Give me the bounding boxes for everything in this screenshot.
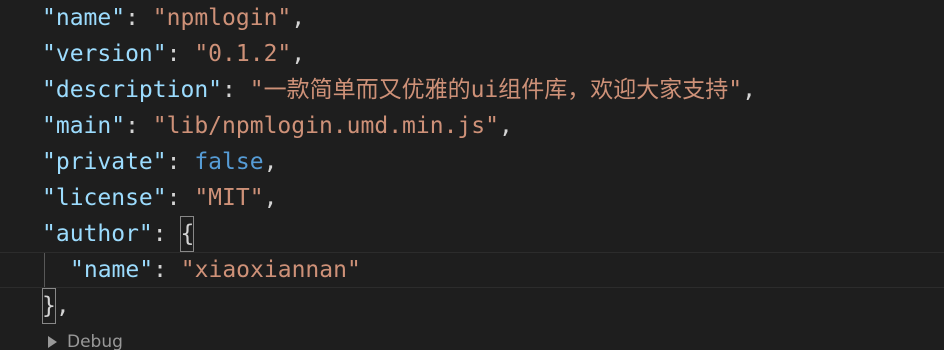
code-line[interactable]: "main": "lib/npmlogin.umd.min.js",	[0, 108, 944, 144]
json-boolean-value: false	[194, 149, 264, 175]
matched-open-brace: {	[180, 216, 195, 252]
code-line[interactable]: "name": "npmlogin",	[0, 0, 944, 36]
comma: ,	[742, 77, 756, 103]
code-line[interactable]: "license": "MIT",	[0, 180, 944, 216]
json-string-value: "lib/npmlogin.umd.min.js"	[152, 113, 499, 139]
json-key: "description"	[42, 77, 223, 103]
json-key: "main"	[42, 113, 126, 139]
debug-label: Debug	[67, 332, 123, 350]
colon: :	[152, 221, 181, 247]
code-line[interactable]: "private": false,	[0, 144, 944, 180]
colon: :	[222, 77, 250, 103]
comma: ,	[291, 41, 306, 67]
colon: :	[166, 41, 195, 67]
colon: :	[166, 149, 195, 175]
code-line[interactable]: "description": "一款简单而又优雅的ui组件库，欢迎大家支持",	[0, 72, 944, 108]
json-key: "version"	[42, 41, 167, 67]
json-string-value: "xiaoxiannan"	[180, 257, 361, 283]
code-line-current[interactable]: "name": "xiaoxiannan"	[0, 252, 944, 288]
json-key: "author"	[42, 221, 153, 247]
comma: ,	[291, 5, 306, 31]
code-line[interactable]: "author": {	[0, 216, 944, 252]
code-line[interactable]: "version": "0.1.2",	[0, 36, 944, 72]
comma: ,	[263, 185, 278, 211]
comma: ,	[263, 149, 278, 175]
code-line[interactable]: },	[0, 288, 944, 324]
colon: :	[125, 113, 153, 139]
debug-codelens[interactable]: Debug	[48, 330, 123, 350]
json-key: "private"	[42, 149, 167, 175]
comma: ,	[55, 293, 70, 319]
colon: :	[153, 257, 181, 283]
play-icon	[48, 336, 57, 348]
comma: ,	[498, 113, 513, 139]
json-string-value: "0.1.2"	[194, 41, 292, 67]
json-key: "name"	[70, 257, 154, 283]
colon: :	[125, 5, 153, 31]
json-key: "license"	[42, 185, 167, 211]
json-key: "name"	[42, 5, 126, 31]
json-string-value: "MIT"	[194, 185, 264, 211]
json-string-value: "一款简单而又优雅的ui组件库，欢迎大家支持"	[249, 77, 743, 103]
colon: :	[166, 185, 195, 211]
json-string-value: "npmlogin"	[152, 5, 292, 31]
matched-close-brace: }	[42, 288, 56, 324]
code-editor[interactable]: "name": "npmlogin", "version": "0.1.2", …	[0, 0, 944, 350]
